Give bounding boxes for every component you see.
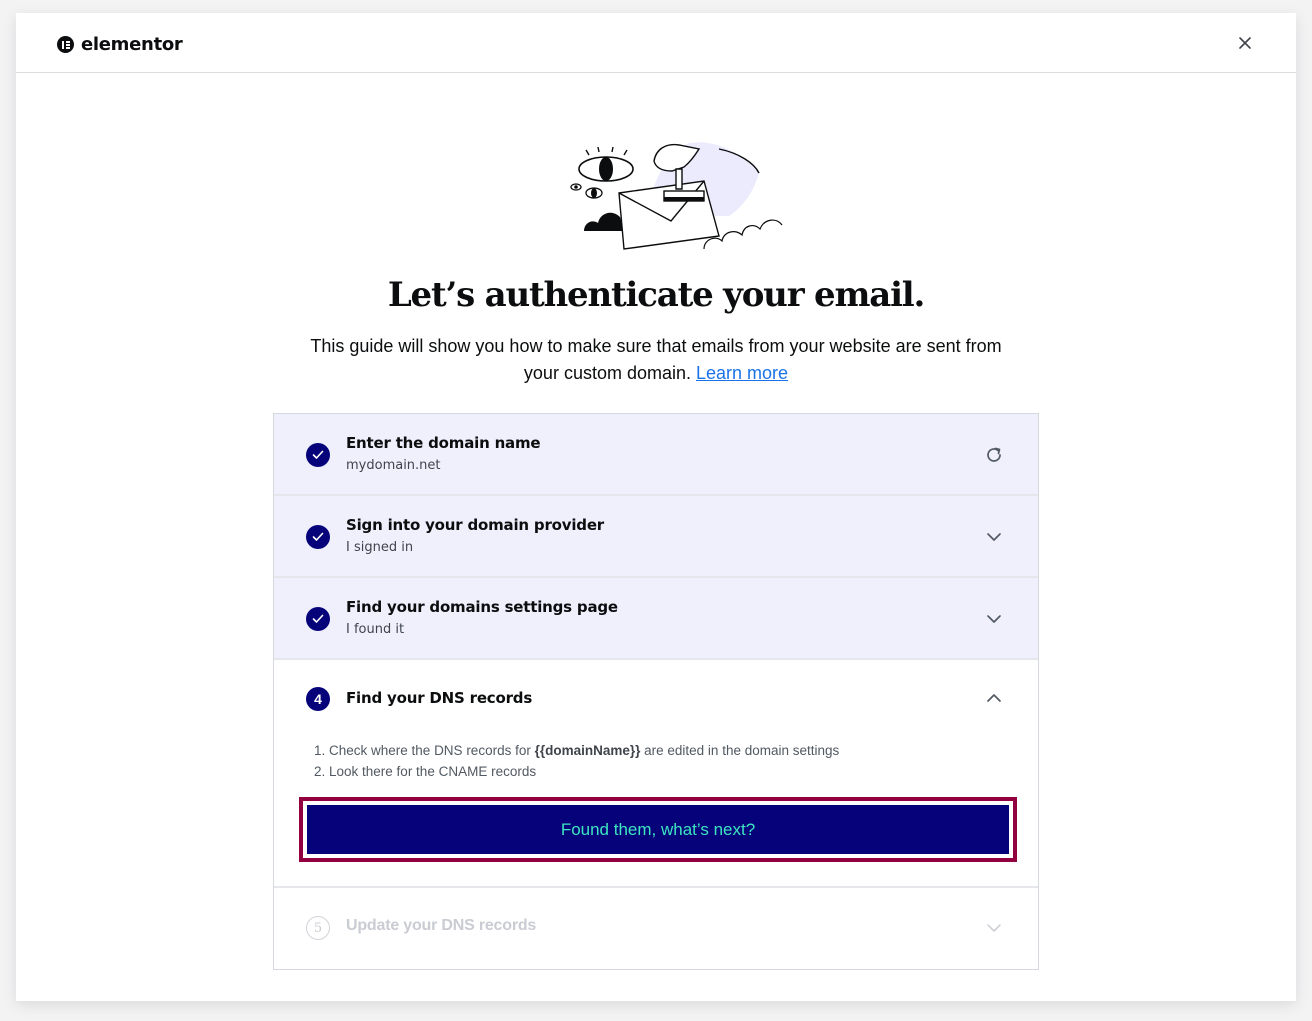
refresh-button[interactable]	[982, 443, 1006, 467]
step-number-badge: 5	[306, 916, 330, 940]
chevron-down-icon	[987, 533, 1001, 541]
found-them-button[interactable]: Found them, what’s next?	[307, 805, 1009, 854]
step-title: Enter the domain name	[346, 434, 541, 452]
page-title: Let’s authenticate your email.	[387, 275, 926, 315]
step-number-badge: 4	[306, 687, 330, 711]
email-authentication-illustration	[570, 142, 783, 250]
step-sign-in-provider[interactable]: Sign into your domain provider I signed …	[274, 496, 1038, 578]
chevron-down-icon	[987, 615, 1001, 623]
authenticate-email-modal: elementor Let’s authenticate your email.…	[16, 13, 1296, 1001]
setup-steps: Enter the domain name mydomain.net Sign …	[273, 413, 1039, 970]
step-subtitle: I found it	[346, 622, 405, 637]
collapse-button[interactable]	[982, 686, 1006, 710]
step-title: Find your domains settings page	[346, 598, 618, 616]
check-circle-icon	[306, 443, 330, 467]
domain-name-placeholder: {{domainName}}	[534, 743, 641, 758]
modal-header: elementor	[16, 13, 1296, 73]
page-subtitle: This guide will show you how to make sur…	[306, 333, 1006, 387]
step-title: Find your DNS records	[346, 689, 533, 707]
expand-button[interactable]	[982, 607, 1006, 631]
step-subtitle: I signed in	[346, 540, 414, 555]
check-circle-icon	[306, 525, 330, 549]
chevron-up-icon	[987, 694, 1001, 702]
refresh-icon	[987, 447, 1001, 462]
step-subtitle: mydomain.net	[346, 458, 441, 473]
chevron-down-icon	[987, 924, 1001, 932]
instructions-list: 1. Check where the DNS records for {{dom…	[314, 740, 839, 782]
instruction-item: 2. Look there for the CNAME records	[314, 764, 537, 779]
step-update-dns-records: 5 Update your DNS records	[274, 888, 1038, 969]
step-enter-domain[interactable]: Enter the domain name mydomain.net	[274, 414, 1038, 496]
close-button[interactable]	[1234, 32, 1256, 54]
check-circle-icon	[306, 607, 330, 631]
close-icon	[1239, 37, 1251, 49]
elementor-logo: elementor	[57, 34, 183, 55]
elementor-logo-icon	[57, 36, 74, 53]
step-find-settings-page[interactable]: Find your domains settings page I found …	[274, 578, 1038, 660]
step-find-dns-records: 4 Find your DNS records 1. Check where t…	[274, 660, 1038, 888]
expand-button[interactable]	[982, 525, 1006, 549]
cta-focus-outline: Found them, what’s next?	[299, 797, 1017, 862]
expand-button[interactable]	[982, 916, 1006, 940]
learn-more-link[interactable]: Learn more	[696, 363, 788, 383]
step-title: Sign into your domain provider	[346, 516, 604, 534]
instruction-item: 1. Check where the DNS records for {{dom…	[314, 743, 840, 758]
subtitle-text: This guide will show you how to make sur…	[310, 336, 1002, 383]
brand-name: elementor	[81, 34, 183, 55]
step-title: Update your DNS records	[346, 917, 537, 934]
